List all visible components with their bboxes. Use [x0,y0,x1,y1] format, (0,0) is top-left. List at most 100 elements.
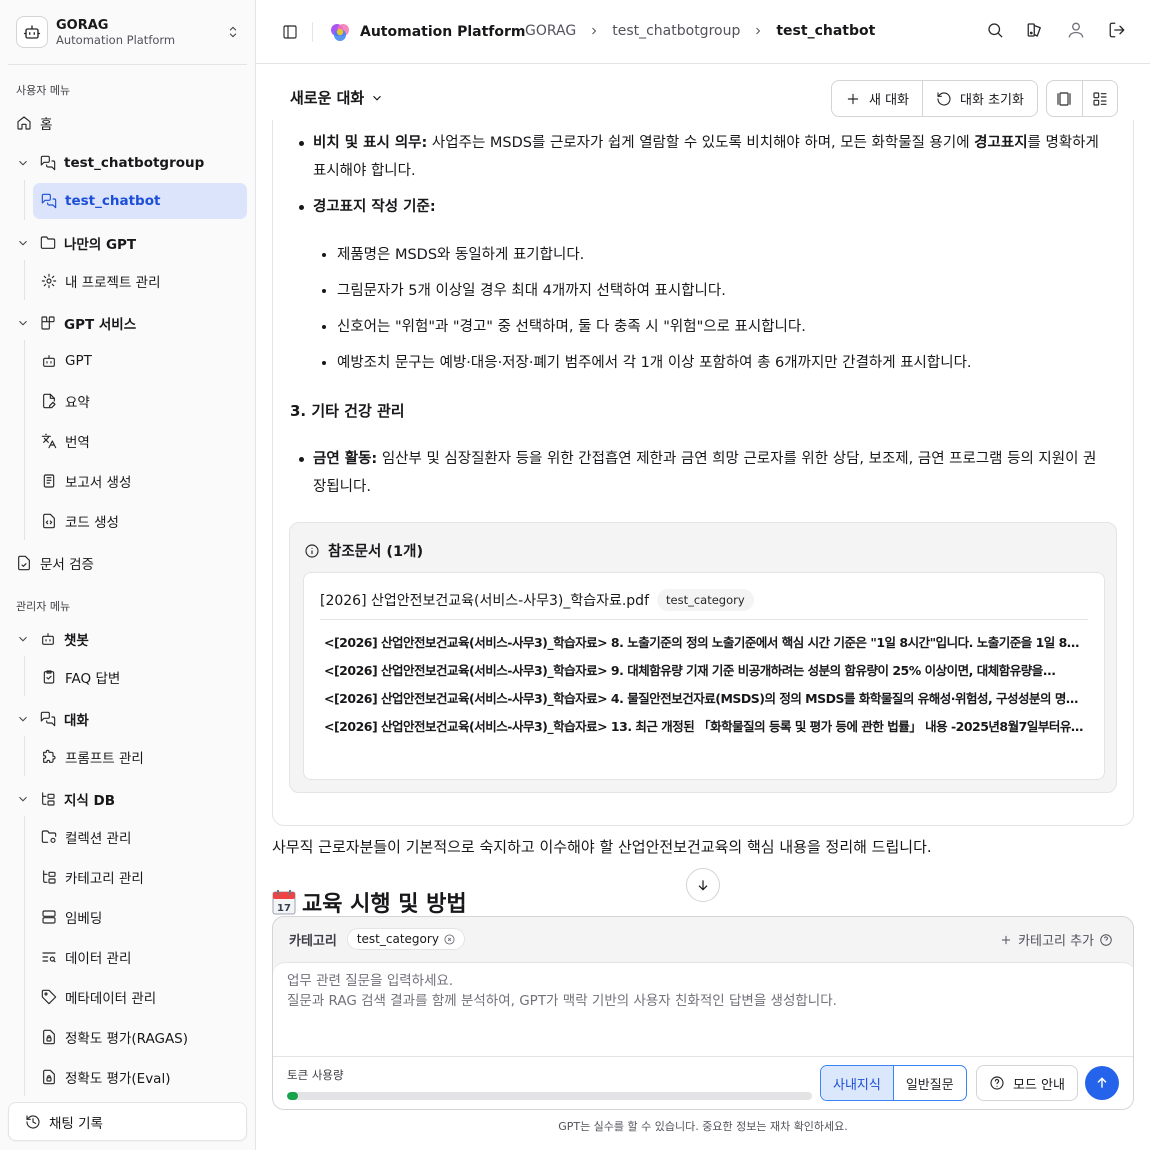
search-icon[interactable] [986,21,1004,39]
header-actions [986,20,1126,40]
token-usage-fill [287,1092,298,1100]
reference-document-card: [2026] 산업안전보건교육(서비스-사무3)_학습자료.pdf test_c… [303,572,1105,780]
chevron-down-icon [16,712,32,726]
workspace-switcher[interactable]: GORAG Automation Platform [8,10,248,54]
sidebar-item-label: 정확도 평가(RAGAS) [65,1031,189,1047]
answer-heading-text: 교육 시행 및 방법 [302,892,467,917]
sidebar-item-label: 요약 [65,395,90,411]
plus-icon [845,91,861,107]
sidebar-item-knowledge-db[interactable]: 지식 DB [8,782,248,816]
sidebar-item-label: test_chatbotgroup [64,155,205,171]
sidebar-item-prompt-mgmt[interactable]: 프롬프트 관리 [33,740,247,774]
sidebar-item-embedding[interactable]: 임베딩 [33,900,247,934]
layout-view-button[interactable] [1081,81,1118,116]
app-logo-icon [331,24,349,41]
sidebar-item-label: 문서 검증 [40,557,94,573]
selected-category-chip[interactable]: test_category [346,928,465,950]
breadcrumb-current: test_chatbot [776,23,876,39]
sidebar-toggle-icon[interactable] [282,24,298,40]
input-placeholder: 질문과 RAG 검색 결과를 함께 분석하여, GPT가 맥락 기반의 사용자 … [287,993,837,1009]
reset-chat-button[interactable]: 대화 초기화 [922,81,1037,116]
bot-icon [41,353,57,369]
message-text: 를 명확하게 [1027,135,1099,151]
mode-general-button[interactable]: 일반질문 [894,1066,966,1100]
sidebar-item-category[interactable]: 카테고리 관리 [33,860,247,894]
mode-internal-button[interactable]: 사내지식 [821,1066,894,1100]
reference-chunk[interactable]: <[2026] 산업안전보건교육(서비스-사무3)_학습자료> 13. 최근 개… [324,716,1084,735]
file-lock-icon [41,1069,57,1085]
sidebar-item-conversation[interactable]: 대화 [8,702,248,736]
scroll-to-bottom-button[interactable] [686,868,720,902]
theme-toggle-icon[interactable] [1026,21,1044,39]
reference-file[interactable]: [2026] 산업안전보건교육(서비스-사무3)_학습자료.pdf test_c… [320,589,754,611]
sidebar-item-label: 홈 [40,117,53,133]
chat-history-button[interactable]: 채팅 기록 [8,1102,247,1141]
reference-file-name[interactable]: [2026] 산업안전보건교육(서비스-사무3)_학습자료.pdf [320,590,649,610]
sidebar-item-gpt-service[interactable]: GPT 서비스 [8,306,248,340]
sidebar-item-label: 코드 생성 [65,515,119,531]
divider [320,619,1088,620]
disclaimer: GPT는 실수를 할 수 있습니다. 중요한 정보는 재차 확인하세요. [558,1120,848,1133]
sidebar-item-label: GPT [65,353,92,369]
sidebar-item-code-gen[interactable]: 코드 생성 [33,504,247,538]
message-text: 표시해야 합니다. [313,163,416,179]
message-input[interactable]: 업무 관련 질문을 입력하세요. 질문과 RAG 검색 결과를 함께 분석하여,… [273,962,1133,1057]
clipboard-check-icon [41,669,57,685]
chevron-right-icon [752,25,764,37]
home-icon [16,115,32,131]
send-button[interactable] [1085,1066,1119,1100]
token-usage-label: 토큰 사용량 [287,1068,344,1082]
avatar[interactable] [1066,20,1086,40]
sidebar-item-my-gpt[interactable]: 나만의 GPT [8,226,248,260]
app-switcher[interactable]: Automation Platform [330,22,526,42]
mode-guide-button[interactable]: 모드 안내 [976,1065,1078,1101]
logout-icon[interactable] [1108,21,1126,39]
tree-line [24,736,25,776]
sidebar-item-report[interactable]: 보고서 생성 [33,464,247,498]
bullet [299,141,304,146]
reset-chat-label: 대화 초기화 [960,93,1024,108]
breadcrumb-item[interactable]: test_chatbotgroup [612,23,740,39]
sidebar-item-collection[interactable]: 컬렉션 관리 [33,820,247,854]
reference-chunk[interactable]: <[2026] 산업안전보건교육(서비스-사무3)_학습자료> 8. 노출기준의… [324,632,1084,651]
messages-icon [40,711,56,727]
sidebar-item-doc-verify[interactable]: 문서 검증 [8,546,248,580]
sidebar-item-gpt[interactable]: GPT [33,344,247,378]
header-divider [312,22,313,42]
brand-name: GORAG [56,17,109,33]
bullet [299,205,304,210]
user-menu-label: 사용자 메뉴 [16,84,71,97]
new-chat-button[interactable]: 새 대화 [832,81,922,116]
conversation-title-dropdown[interactable]: 새로운 대화 [290,87,384,108]
sidebar-item-faq[interactable]: FAQ 답변 [33,660,247,694]
reference-chunk[interactable]: <[2026] 산업안전보건교육(서비스-사무3)_학습자료> 4. 물질안전보… [324,688,1084,707]
svg-text:17: 17 [277,903,291,914]
sidebar-item-chatbot-admin[interactable]: 챗봇 [8,622,248,656]
input-placeholder: 업무 관련 질문을 입력하세요. [287,973,454,989]
chevron-down-icon [16,316,32,330]
sidebar-item-translate[interactable]: 번역 [33,424,247,458]
sidebar-item-chatbotgroup[interactable]: test_chatbotgroup [8,146,248,180]
admin-menu-label: 관리자 메뉴 [16,600,71,613]
bot-icon [40,631,56,647]
sidebar-item-metadata[interactable]: 메타데이터 관리 [33,980,247,1014]
sidebar-item-test-chatbot[interactable]: test_chatbot [33,183,247,219]
sidebar-item-label: FAQ 답변 [65,671,121,687]
add-category-button[interactable]: 카테고리 추가 [999,930,1113,949]
sidebar-item-summary[interactable]: 요약 [33,384,247,418]
sidebar-item-home[interactable]: 홈 [8,106,248,140]
sidebar-item-ragas[interactable]: 정확도 평가(RAGAS) [33,1020,247,1054]
add-category-label: 카테고리 추가 [1018,934,1094,949]
breadcrumb-item[interactable]: GORAG [525,23,576,39]
panel-view-button[interactable] [1047,81,1082,116]
token-usage-bar [287,1092,812,1100]
sidebar-divider [8,64,247,65]
reference-chunk[interactable]: <[2026] 산업안전보건교육(서비스-사무3)_학습자료> 9. 대체함유량… [324,660,1084,679]
tag-icon [41,989,57,1005]
sidebar-item-data-mgmt[interactable]: 데이터 관리 [33,940,247,974]
sidebar-item-my-projects[interactable]: 내 프로젝트 관리 [33,264,247,298]
list-item: 그림문자가 5개 이상일 경우 최대 4개까지 선택하여 표시합니다. [337,283,726,299]
tree-line [24,816,25,1096]
answer-heading: 17 교육 시행 및 방법 [272,886,467,918]
sidebar-item-eval[interactable]: 정확도 평가(Eval) [33,1060,247,1094]
